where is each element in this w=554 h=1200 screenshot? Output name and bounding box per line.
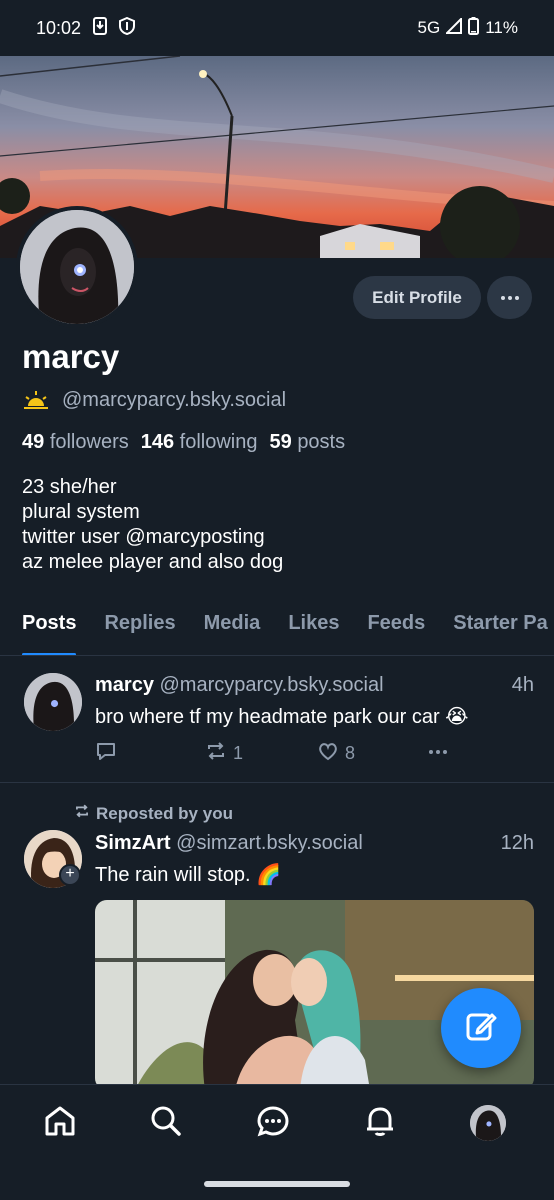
- tab-replies[interactable]: Replies: [90, 604, 189, 655]
- repost-button[interactable]: 1: [205, 740, 243, 767]
- display-name: marcy: [22, 338, 120, 375]
- more-options-button[interactable]: [487, 276, 532, 319]
- repost-icon: [205, 740, 227, 767]
- feed-post[interactable]: marcy @marcyparcy.bsky.social 4h bro whe…: [0, 657, 554, 783]
- profile-tabs: Posts Replies Media Likes Feeds Starter …: [0, 604, 554, 656]
- posts-stat: 59 posts: [269, 431, 346, 453]
- follow-plus-icon[interactable]: +: [59, 864, 81, 886]
- like-button[interactable]: 8: [317, 740, 355, 767]
- nav-notifications[interactable]: [360, 1103, 400, 1143]
- repost-count: 1: [233, 743, 244, 763]
- post-author-avatar[interactable]: [24, 673, 82, 731]
- download-notification-icon: [93, 16, 108, 40]
- post-text: The rain will stop. 🌈: [95, 864, 282, 886]
- nav-search[interactable]: [146, 1103, 186, 1143]
- bio-line: plural system: [22, 501, 140, 523]
- post-text: bro where tf my headmate park our car 😭: [95, 706, 469, 728]
- home-icon: [43, 1104, 77, 1143]
- compose-pencil-icon: [464, 1009, 498, 1048]
- post-timestamp[interactable]: 4h: [512, 674, 534, 697]
- nav-profile[interactable]: [468, 1103, 508, 1143]
- home-indicator[interactable]: [204, 1181, 350, 1187]
- tab-likes[interactable]: Likes: [274, 604, 353, 655]
- like-count: 8: [345, 743, 356, 763]
- bio-line: twitter user @marcyposting: [22, 526, 265, 548]
- post-actions: 1 8: [95, 740, 475, 768]
- profile-bio: 23 she/her plural system twitter user @m…: [22, 475, 283, 575]
- post-author-handle[interactable]: @marcyparcy.bsky.social: [160, 674, 384, 696]
- post-header: SimzArt @simzart.bsky.social: [95, 832, 363, 855]
- shield-icon: [119, 16, 136, 40]
- battery-percent: 11%: [485, 18, 518, 37]
- active-tab-indicator: [22, 653, 77, 655]
- reply-icon: [95, 740, 117, 767]
- status-time: 10:02: [36, 17, 82, 38]
- post-author-name[interactable]: marcy: [95, 674, 154, 696]
- following-stat[interactable]: 146 following: [141, 431, 258, 454]
- profile-stats: 49 followers 146 following 59 posts: [22, 431, 345, 454]
- bio-line: az melee player and also dog: [22, 551, 284, 573]
- reposted-by-label: Reposted by you: [74, 803, 233, 824]
- bell-icon: [363, 1104, 397, 1143]
- more-dots-icon: [429, 750, 447, 754]
- tab-posts[interactable]: Posts: [0, 604, 90, 655]
- compose-post-button[interactable]: [441, 988, 521, 1068]
- bio-line: 23 she/her: [22, 476, 117, 498]
- heart-icon: [317, 740, 339, 767]
- post-timestamp[interactable]: 12h: [501, 832, 534, 855]
- more-dots-icon: [500, 295, 519, 300]
- network-label: 5G: [417, 18, 441, 37]
- tab-media[interactable]: Media: [190, 604, 275, 655]
- nav-profile-avatar: [470, 1105, 506, 1141]
- post-author-handle[interactable]: @simzart.bsky.social: [176, 832, 363, 854]
- nav-chat[interactable]: [253, 1103, 293, 1143]
- reply-button[interactable]: [95, 740, 117, 767]
- post-more-button[interactable]: [429, 750, 447, 754]
- post-author-name[interactable]: SimzArt: [95, 832, 171, 854]
- handle-row: @marcyparcy.bsky.social: [22, 388, 286, 412]
- chat-icon: [256, 1104, 290, 1143]
- search-icon: [149, 1104, 183, 1143]
- profile-avatar[interactable]: [16, 206, 138, 328]
- signal-icon: [444, 16, 463, 39]
- repost-icon: [74, 803, 90, 824]
- post-header: marcy @marcyparcy.bsky.social: [95, 674, 384, 697]
- edit-profile-button[interactable]: Edit Profile: [353, 276, 481, 319]
- followers-stat[interactable]: 49 followers: [22, 431, 129, 454]
- sunset-icon: [22, 388, 50, 412]
- tab-feeds[interactable]: Feeds: [353, 604, 439, 655]
- tab-starter-packs[interactable]: Starter Pa: [439, 604, 554, 655]
- profile-handle[interactable]: @marcyparcy.bsky.social: [62, 389, 286, 412]
- nav-home[interactable]: [40, 1103, 80, 1143]
- status-bar: 10:02 5G 11%: [0, 0, 554, 56]
- battery-icon: [468, 16, 480, 40]
